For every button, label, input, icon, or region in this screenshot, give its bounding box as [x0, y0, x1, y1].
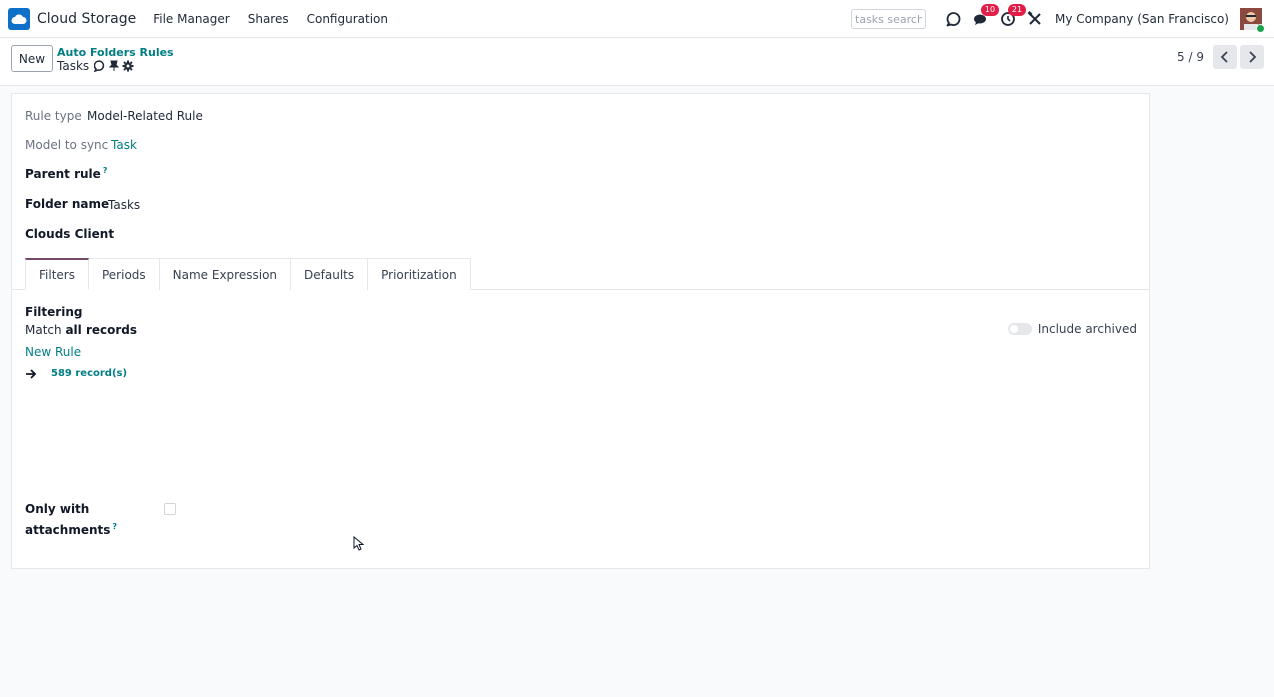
menu-file-manager[interactable]: File Manager [153, 12, 230, 26]
new-rule-link[interactable]: New Rule [25, 345, 81, 359]
folder-name-value[interactable]: Tasks [108, 198, 140, 212]
tab-prioritization[interactable]: Prioritization [367, 258, 471, 290]
filtering-title: Filtering [25, 305, 83, 319]
avatar[interactable] [1240, 8, 1265, 33]
notebook-tabs: Filters Periods Name Expression Defaults… [25, 258, 471, 290]
model-to-sync-value[interactable]: Task [111, 138, 137, 152]
company-switcher[interactable]: My Company (San Francisco) [1055, 12, 1229, 26]
chevron-right-icon [1249, 51, 1257, 63]
cloud-storage-logo-icon[interactable] [8, 8, 30, 30]
pin-icon[interactable] [109, 60, 120, 72]
include-archived-label: Include archived [1037, 322, 1137, 336]
tab-name-expression[interactable]: Name Expression [158, 258, 292, 290]
navbar-right: 10 21 My Company (San Francisco) [851, 0, 1274, 38]
menu-shares[interactable]: Shares [248, 12, 289, 26]
messages-badge: 10 [981, 4, 1000, 16]
parent-rule-label: Parent rule? [25, 166, 108, 181]
pager: 5 / 9 [1177, 45, 1264, 69]
pager-previous-button[interactable] [1213, 45, 1237, 69]
rule-type-label: Rule type [25, 109, 82, 123]
control-panel: New Auto Folders Rules Tasks 5 / 9 [0, 39, 1274, 86]
only-with-attachments-label: Only with attachments? [25, 502, 118, 537]
sync-icon[interactable] [944, 9, 964, 29]
form-sheet: Rule type Model-Related Rule Model to sy… [11, 93, 1150, 569]
clouds-client-label: Clouds Client [25, 227, 115, 241]
match-value: all records [65, 323, 138, 337]
refresh-icon[interactable] [94, 60, 106, 72]
pager-value[interactable]: 5 / 9 [1177, 50, 1204, 64]
debug-tools-icon[interactable] [1025, 9, 1045, 29]
records-row: 589 record(s) [25, 368, 127, 379]
toggle-switch[interactable] [1007, 323, 1032, 335]
tab-periods[interactable]: Periods [87, 258, 160, 290]
rule-type-value[interactable]: Model-Related Rule [87, 109, 203, 123]
match-summary: Match all records [25, 323, 138, 337]
tab-defaults[interactable]: Defaults [290, 258, 369, 290]
breadcrumb[interactable]: Auto Folders Rules [57, 46, 174, 59]
arrow-right-icon [26, 368, 37, 379]
tab-filters[interactable]: Filters [25, 258, 89, 290]
pager-next-button[interactable] [1240, 45, 1264, 69]
app-name[interactable]: Cloud Storage [37, 11, 136, 27]
navbar-left: Cloud Storage File Manager Shares Config… [8, 0, 406, 38]
records-count-link[interactable]: 589 record(s) [51, 368, 127, 379]
menu-configuration[interactable]: Configuration [307, 12, 388, 26]
gear-icon[interactable] [122, 60, 134, 72]
only-with-attachments-checkbox[interactable] [164, 503, 176, 515]
model-to-sync-label: Model to sync [25, 138, 109, 152]
chevron-left-icon [1220, 51, 1228, 63]
top-navbar: Cloud Storage File Manager Shares Config… [0, 0, 1274, 38]
activities-badge: 21 [1008, 4, 1027, 16]
tasks-search-input[interactable] [851, 9, 927, 29]
online-status-icon [1256, 24, 1265, 33]
mouse-cursor-icon [353, 536, 364, 551]
folder-name-label: Folder name [25, 197, 110, 211]
help-tooltip-icon[interactable]: ? [103, 166, 108, 175]
clock-activity-icon[interactable]: 21 [998, 4, 1027, 29]
new-button[interactable]: New [11, 45, 53, 72]
include-archived-toggle[interactable]: Include archived [1007, 322, 1137, 336]
record-title-row: Tasks [57, 59, 137, 73]
help-tooltip-icon-attachments[interactable]: ? [112, 522, 117, 531]
record-title: Tasks [57, 59, 90, 73]
chat-bubbles-icon[interactable]: 10 [971, 4, 1000, 29]
